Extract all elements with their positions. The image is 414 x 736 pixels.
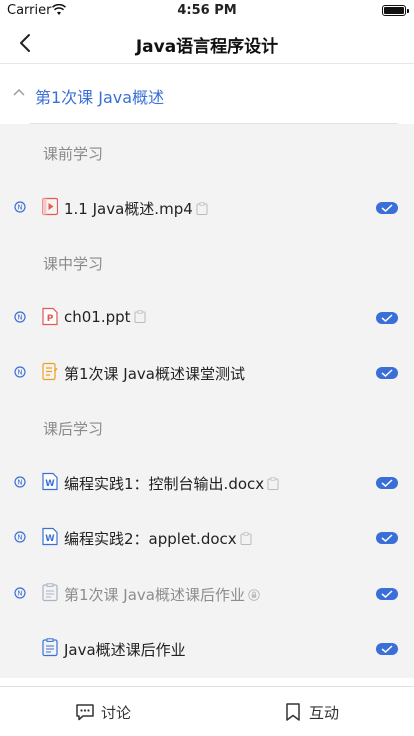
completed-toggle[interactable] <box>376 477 398 489</box>
tab-label: 互动 <box>309 704 340 722</box>
n-badge-icon: N <box>14 311 26 323</box>
completed-toggle[interactable] <box>376 202 398 214</box>
item-label: 第1次课 Java概述课堂测试 <box>64 365 245 383</box>
chapter-header[interactable]: 第1次课 Java概述 <box>0 64 414 124</box>
lock-icon <box>248 589 260 601</box>
completed-toggle[interactable] <box>376 312 398 324</box>
svg-text:N: N <box>17 534 22 542</box>
section-label-in-class: 课中学习 <box>43 255 104 273</box>
check-icon <box>381 204 393 212</box>
n-badge-icon: N <box>14 587 26 599</box>
battery-icon <box>382 5 409 16</box>
svg-text:W: W <box>45 534 55 544</box>
chevron-up-icon <box>13 89 25 96</box>
list-item-ppt[interactable]: N P ch01.ppt <box>0 296 414 340</box>
completed-toggle[interactable] <box>376 532 398 544</box>
n-badge-icon: N <box>14 201 26 213</box>
completed-toggle[interactable] <box>376 367 398 379</box>
item-label: Java概述课后作业 <box>64 641 186 659</box>
svg-text:N: N <box>17 369 22 377</box>
svg-text:W: W <box>45 479 55 489</box>
homework-icon <box>42 638 58 657</box>
svg-text:N: N <box>17 590 22 598</box>
n-badge-icon: N <box>14 366 26 378</box>
check-icon <box>381 645 393 653</box>
video-file-icon <box>42 197 58 216</box>
tab-label: 讨论 <box>101 704 132 722</box>
homework-icon <box>42 583 58 602</box>
bottom-tab-bar: 讨论 互动 <box>0 686 414 736</box>
ppt-file-icon: P <box>42 307 58 326</box>
check-icon <box>381 314 393 322</box>
svg-text:N: N <box>17 314 22 322</box>
check-icon <box>381 534 393 542</box>
svg-text:N: N <box>17 479 22 487</box>
status-bar: Carrier 4:56 PM <box>0 0 414 22</box>
list-item-video[interactable]: N 1.1 Java概述.mp4 <box>0 186 414 230</box>
list-item-quiz[interactable]: N 第1次课 Java概述课堂测试 <box>0 351 414 395</box>
completed-toggle[interactable] <box>376 588 398 600</box>
item-label: ch01.ppt <box>64 308 131 326</box>
svg-text:P: P <box>47 314 54 324</box>
list-item-homework[interactable]: N 第1次课 Java概述课后作业 <box>0 572 414 616</box>
clipboard-icon <box>240 532 252 545</box>
list-item-word[interactable]: N W 编程实践2：applet.docx <box>0 516 414 560</box>
list-item-homework[interactable]: Java概述课后作业 <box>0 627 414 671</box>
item-label: 编程实践1：控制台输出.docx <box>64 475 265 493</box>
bookmark-icon <box>286 703 300 721</box>
clipboard-icon <box>134 310 146 323</box>
status-time: 4:56 PM <box>177 3 237 18</box>
item-label: 第1次课 Java概述课后作业 <box>64 586 245 604</box>
section-label-post-class: 课后学习 <box>43 420 104 438</box>
check-icon <box>381 590 393 598</box>
word-file-icon: W <box>42 472 58 491</box>
word-file-icon: W <box>42 527 58 546</box>
check-icon <box>381 479 393 487</box>
clipboard-icon <box>267 477 279 490</box>
section-label-pre-class: 课前学习 <box>43 145 104 163</box>
n-badge-icon: N <box>14 531 26 543</box>
list-item-word[interactable]: N W 编程实践1：控制台输出.docx <box>0 461 414 505</box>
chat-bubble-icon <box>76 704 94 721</box>
chapter-title: 第1次课 Java概述 <box>35 88 165 107</box>
clipboard-icon <box>196 202 208 215</box>
item-label: 1.1 Java概述.mp4 <box>64 200 193 218</box>
page-title: Java语言程序设计 <box>135 37 279 57</box>
completed-toggle[interactable] <box>376 643 398 655</box>
check-icon <box>381 369 393 377</box>
chapter-content: 课前学习 N 1.1 Java概述.mp4 课中学习 N P ch01.ppt … <box>0 124 414 678</box>
item-label: 编程实践2：applet.docx <box>64 530 237 548</box>
n-badge-icon: N <box>14 476 26 488</box>
svg-text:N: N <box>17 204 22 212</box>
quiz-icon <box>42 362 58 381</box>
navigation-bar: Java语言程序设计 <box>0 22 414 64</box>
